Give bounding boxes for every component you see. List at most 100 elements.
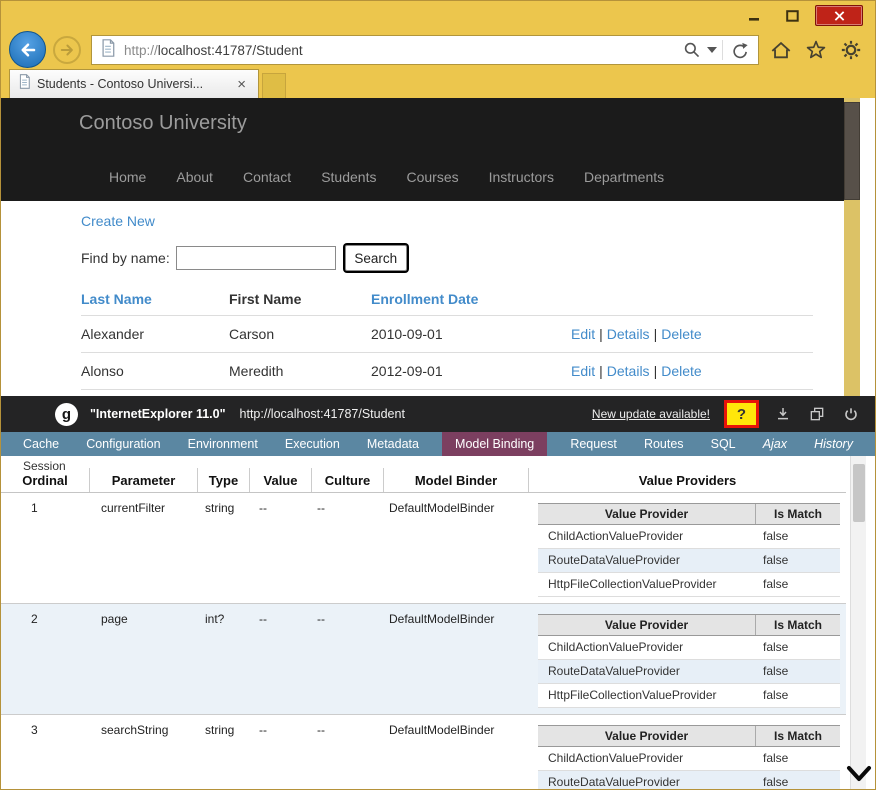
back-button[interactable] bbox=[9, 31, 46, 68]
nav-about[interactable]: About bbox=[176, 169, 213, 185]
glimpse-tab-session[interactable]: Session bbox=[23, 459, 66, 473]
help-button-highlighted[interactable]: ? bbox=[724, 400, 759, 428]
student-row: Alexander Carson 2010-09-01 Edit|Details… bbox=[81, 316, 813, 353]
browser-toolbar: http://localhost:41787/Student bbox=[1, 31, 875, 69]
url-path: localhost:41787/Student bbox=[158, 43, 303, 58]
glimpse-tab-execution[interactable]: Execution bbox=[281, 432, 344, 456]
glimpse-tab-sql[interactable]: SQL bbox=[707, 432, 740, 456]
home-icon[interactable] bbox=[768, 37, 793, 62]
address-dropdown-caret-icon[interactable] bbox=[705, 37, 719, 63]
cell-parameter: searchString bbox=[89, 715, 197, 789]
back-arrow-icon bbox=[16, 38, 40, 62]
glimpse-tab-request[interactable]: Request bbox=[566, 432, 621, 456]
search-button[interactable]: Search bbox=[345, 245, 407, 271]
vp-is-match: false bbox=[755, 573, 840, 596]
student-enrollment-date: 2010-09-01 bbox=[371, 316, 571, 353]
cell-ordinal: 3 bbox=[1, 715, 89, 789]
nav-instructors[interactable]: Instructors bbox=[489, 169, 554, 185]
settings-gear-icon[interactable] bbox=[838, 37, 863, 62]
vp-is-match: false bbox=[755, 525, 840, 548]
vp-header-name: Value Provider bbox=[538, 726, 755, 746]
close-button[interactable] bbox=[815, 5, 863, 26]
header-type: Type bbox=[197, 468, 249, 492]
cell-ordinal: 1 bbox=[1, 493, 89, 603]
edit-link[interactable]: Edit bbox=[571, 326, 595, 342]
maximize-button[interactable] bbox=[777, 5, 807, 26]
student-actions: Edit|Details|Delete bbox=[571, 316, 813, 353]
dock-icon[interactable] bbox=[773, 404, 793, 424]
value-providers-table: Value Provider Is Match ChildActionValue… bbox=[538, 725, 840, 789]
glimpse-tab-model-binding[interactable]: Model Binding bbox=[442, 432, 547, 456]
action-separator: | bbox=[599, 363, 603, 379]
model-binding-header-row: Ordinal Parameter Type Value Culture Mod… bbox=[1, 468, 846, 493]
tab-favicon-icon bbox=[18, 74, 31, 94]
page-scrollbar[interactable] bbox=[844, 98, 860, 396]
glimpse-logo[interactable]: g bbox=[55, 403, 78, 426]
cell-culture: -- bbox=[311, 493, 383, 603]
search-icon[interactable] bbox=[679, 37, 705, 63]
vp-header-name: Value Provider bbox=[538, 615, 755, 635]
address-bar[interactable]: http://localhost:41787/Student bbox=[91, 35, 759, 65]
minimize-button[interactable] bbox=[739, 5, 769, 26]
glimpse-tab-routes[interactable]: Routes bbox=[640, 432, 688, 456]
model-binding-table: Ordinal Parameter Type Value Culture Mod… bbox=[1, 468, 846, 789]
action-separator: | bbox=[654, 363, 658, 379]
nav-students[interactable]: Students bbox=[321, 169, 376, 185]
header-model-binder: Model Binder bbox=[383, 468, 528, 492]
glimpse-tab-metadata[interactable]: Metadata bbox=[363, 432, 423, 456]
value-provider-row: RouteDataValueProvider false bbox=[538, 549, 840, 573]
update-available-link[interactable]: New update available! bbox=[592, 407, 710, 421]
glimpse-tab-history[interactable]: History bbox=[810, 432, 857, 456]
glimpse-tab-configuration[interactable]: Configuration bbox=[82, 432, 164, 456]
value-provider-row: RouteDataValueProvider false bbox=[538, 660, 840, 684]
popout-icon[interactable] bbox=[807, 404, 827, 424]
edit-link[interactable]: Edit bbox=[571, 363, 595, 379]
value-provider-row: ChildActionValueProvider false bbox=[538, 747, 840, 771]
power-icon[interactable] bbox=[841, 404, 861, 424]
sort-enrollment-date-link[interactable]: Enrollment Date bbox=[371, 291, 478, 307]
value-provider-row: ChildActionValueProvider false bbox=[538, 525, 840, 549]
glimpse-header-actions: New update available! ? bbox=[592, 400, 861, 428]
vp-name: RouteDataValueProvider bbox=[538, 549, 755, 572]
glimpse-scrollbar[interactable] bbox=[850, 456, 866, 789]
create-new-link[interactable]: Create New bbox=[81, 213, 155, 229]
close-icon bbox=[833, 10, 846, 22]
page-scrollbar-thumb[interactable] bbox=[844, 102, 860, 200]
glimpse-tab-ajax[interactable]: Ajax bbox=[759, 432, 791, 456]
scroll-down-chevron-icon[interactable] bbox=[845, 763, 873, 785]
glimpse-tab-cache[interactable]: Cache bbox=[19, 432, 63, 456]
nav-courses[interactable]: Courses bbox=[406, 169, 458, 185]
page-icon bbox=[100, 39, 116, 62]
details-link[interactable]: Details bbox=[607, 326, 650, 342]
url-text[interactable]: http://localhost:41787/Student bbox=[124, 43, 679, 58]
first-name-header: First Name bbox=[229, 283, 371, 316]
student-first-name: Meredith bbox=[229, 353, 371, 390]
glimpse-client-label: "InternetExplorer 11.0" bbox=[90, 407, 226, 421]
site-brand[interactable]: Contoso University bbox=[79, 112, 247, 135]
delete-link[interactable]: Delete bbox=[661, 326, 701, 342]
browser-window: http://localhost:41787/Student bbox=[0, 0, 876, 790]
minimize-icon bbox=[748, 10, 760, 22]
glimpse-tab-environment[interactable]: Environment bbox=[184, 432, 262, 456]
cell-parameter: currentFilter bbox=[89, 493, 197, 603]
glimpse-scrollbar-thumb[interactable] bbox=[853, 464, 865, 522]
refresh-icon[interactable] bbox=[726, 37, 752, 63]
actions-header bbox=[571, 283, 813, 316]
tab-close-icon[interactable]: × bbox=[233, 75, 250, 94]
nav-contact[interactable]: Contact bbox=[243, 169, 291, 185]
details-link[interactable]: Details bbox=[607, 363, 650, 379]
nav-departments[interactable]: Departments bbox=[584, 169, 664, 185]
forward-button[interactable] bbox=[53, 36, 81, 64]
search-name-input[interactable] bbox=[176, 246, 336, 270]
vp-is-match: false bbox=[755, 660, 840, 683]
sort-last-name-link[interactable]: Last Name bbox=[81, 291, 152, 307]
new-tab-button[interactable] bbox=[262, 73, 286, 98]
student-enrollment-date: 2012-09-01 bbox=[371, 353, 571, 390]
vp-is-match: false bbox=[755, 636, 840, 659]
student-last-name: Alexander bbox=[81, 316, 229, 353]
delete-link[interactable]: Delete bbox=[661, 363, 701, 379]
nav-home[interactable]: Home bbox=[109, 169, 146, 185]
browser-tab[interactable]: Students - Contoso Universi... × bbox=[9, 69, 259, 98]
favorites-star-icon[interactable] bbox=[803, 37, 828, 62]
vp-name: HttpFileCollectionValueProvider bbox=[538, 573, 755, 596]
